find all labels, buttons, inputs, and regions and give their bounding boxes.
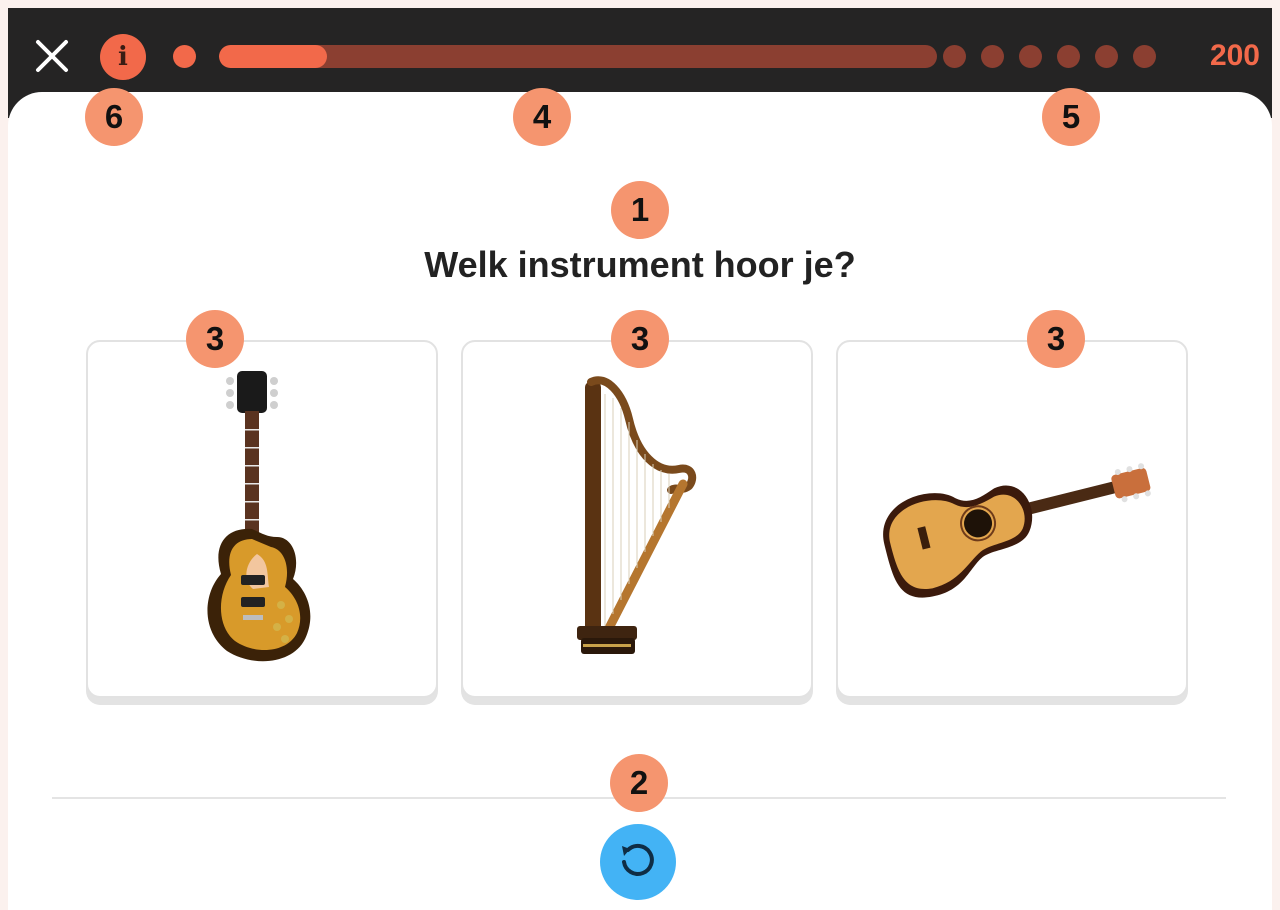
info-icon: i	[118, 42, 128, 72]
close-icon	[36, 40, 68, 72]
progress-step	[1057, 45, 1080, 68]
annotation-marker-3: 3	[186, 310, 244, 368]
electric-guitar-icon	[207, 371, 311, 662]
replay-icon	[622, 843, 654, 876]
harp-icon	[577, 376, 697, 654]
question-text: Welk instrument hoor je?	[424, 244, 856, 285]
progress-step	[1019, 45, 1042, 68]
progress-step	[1095, 45, 1118, 68]
progress-step-completed	[173, 45, 196, 68]
answer-option-electric-guitar[interactable]	[86, 340, 438, 698]
annotation-marker-4: 4	[513, 88, 571, 146]
progress-step	[981, 45, 1004, 68]
progress-bar	[219, 45, 937, 68]
progress-bar-fill	[219, 45, 327, 68]
annotation-marker-2: 2	[610, 754, 668, 812]
acoustic-guitar-icon	[883, 463, 1151, 598]
answer-option-harp[interactable]	[461, 340, 813, 698]
annotation-marker-5: 5	[1042, 88, 1100, 146]
annotation-marker-1: 1	[611, 181, 669, 239]
progress-step	[1133, 45, 1156, 68]
annotation-marker-3: 3	[1027, 310, 1085, 368]
info-button[interactable]: i	[100, 34, 146, 80]
close-button[interactable]	[34, 38, 70, 74]
progress-step	[943, 45, 966, 68]
score-counter: 200	[1209, 39, 1260, 72]
answer-option-acoustic-guitar[interactable]	[836, 340, 1188, 698]
replay-audio-button[interactable]	[600, 824, 676, 900]
annotation-marker-6: 6	[85, 88, 143, 146]
annotation-marker-3: 3	[611, 310, 669, 368]
